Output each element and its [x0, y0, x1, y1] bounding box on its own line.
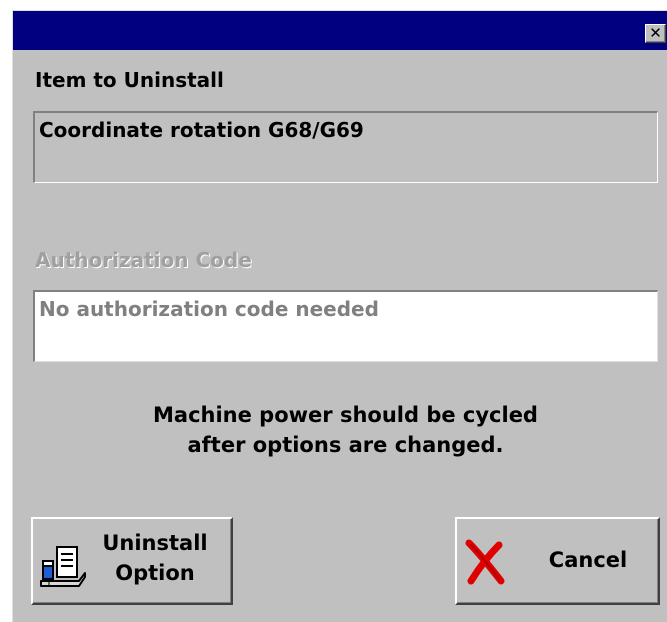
- notice-line-1: Machine power should be cycled: [153, 403, 538, 427]
- item-to-uninstall-value: Coordinate rotation G68/G69: [39, 118, 364, 142]
- uninstall-label-line-2: Option: [115, 561, 195, 585]
- red-x-icon: [465, 539, 505, 585]
- uninstall-dialog: ✕ Item to Uninstall Coordinate rotation …: [12, 10, 667, 622]
- cancel-label: Cancel: [548, 548, 628, 572]
- authorization-code-label: Authorization Code: [35, 248, 252, 272]
- item-to-uninstall-label: Item to Uninstall: [35, 68, 224, 92]
- item-to-uninstall-field: Coordinate rotation G68/G69: [33, 111, 658, 183]
- title-bar: ✕: [13, 11, 667, 50]
- uninstall-label-line-1: Uninstall: [102, 531, 208, 555]
- uninstall-option-icon: [40, 546, 86, 587]
- uninstall-option-label: Uninstall Option: [95, 528, 215, 588]
- authorization-code-field: No authorization code needed: [33, 290, 658, 362]
- close-icon: ✕: [649, 24, 662, 42]
- close-button[interactable]: ✕: [645, 24, 666, 43]
- uninstall-option-button[interactable]: Uninstall Option: [31, 517, 233, 605]
- notice-line-2: after options are changed.: [187, 433, 504, 457]
- power-cycle-notice: Machine power should be cycled after opt…: [33, 400, 658, 460]
- cancel-button[interactable]: Cancel: [455, 517, 660, 605]
- authorization-code-value: No authorization code needed: [39, 297, 379, 321]
